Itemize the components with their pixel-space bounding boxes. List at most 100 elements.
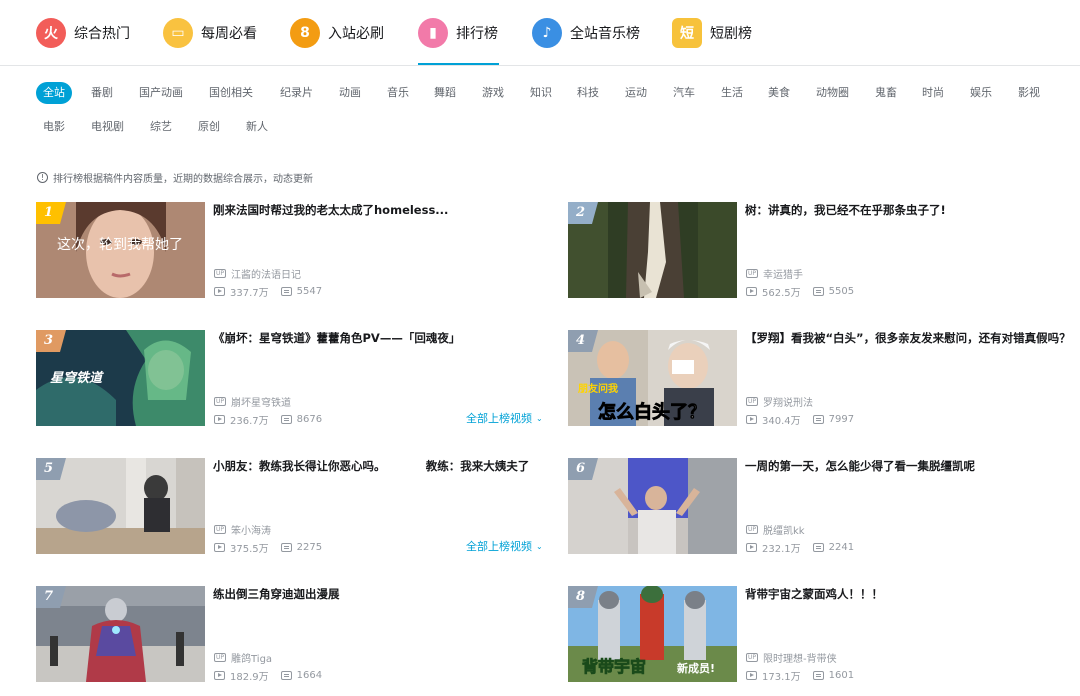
video-title[interactable]: 【罗翔】看我被“白头”，很多亲友发来慰问，还有对错真假吗？	[745, 330, 1075, 347]
category-item[interactable]: 游戏	[475, 82, 511, 104]
headphones-icon: ♪	[532, 18, 562, 48]
up-icon: UP	[214, 525, 226, 534]
uploader-name: 脱缰凯kk	[763, 526, 805, 537]
nav-item-short-drama[interactable]: 短 短剧榜	[672, 16, 752, 50]
danmaku-count: 1664	[296, 670, 323, 681]
thumbnail-caption: 这次，轮到我帮她了	[57, 236, 183, 253]
view-count: 173.1万	[762, 672, 801, 683]
video-stats: 562.5万 5505	[746, 284, 854, 299]
uploader-name: 江酱的法语日记	[231, 270, 301, 281]
category-item[interactable]: 番剧	[84, 82, 120, 104]
video-thumbnail[interactable]: 2	[568, 202, 737, 298]
category-item[interactable]: 电影	[36, 116, 72, 138]
category-item[interactable]: 科技	[570, 82, 606, 104]
nav-item-ranking[interactable]: ▮ 排行榜	[418, 16, 498, 50]
view-count: 236.7万	[230, 416, 269, 427]
medal-icon: 8	[290, 18, 320, 48]
category-item[interactable]: 美食	[761, 82, 797, 104]
ranking-tip: ! 排行榜根据稿件内容质量，近期的数据综合展示，动态更新	[37, 170, 313, 185]
video-thumbnail[interactable]: 5	[36, 458, 205, 554]
category-item[interactable]: 知识	[523, 82, 559, 104]
uploader[interactable]: UP 雕鸽Tiga	[214, 650, 272, 665]
category-item[interactable]: 动画	[332, 82, 368, 104]
video-title[interactable]: 树：讲真的，我已经不在乎那条虫子了!	[745, 202, 1075, 219]
category-item[interactable]: 动物圈	[809, 82, 856, 104]
category-item[interactable]: 纪录片	[273, 82, 320, 104]
view-count: 562.5万	[762, 288, 801, 299]
category-item[interactable]: 运动	[618, 82, 654, 104]
nav-label: 入站必刷	[328, 26, 384, 42]
video-stats: 375.5万 2275	[214, 540, 322, 555]
category-item[interactable]: 原创	[191, 116, 227, 138]
nav-label: 短剧榜	[710, 26, 752, 42]
category-item[interactable]: 新人	[239, 116, 275, 138]
uploader-name: 限时理想-背带侠	[763, 654, 837, 665]
up-icon: UP	[214, 269, 226, 278]
uploader[interactable]: UP 笨小海涛	[214, 522, 271, 537]
video-thumbnail[interactable]: 背带宇宙 新成员! 8	[568, 586, 737, 682]
uploader[interactable]: UP 幸运猎手	[746, 266, 803, 281]
uploader[interactable]: UP 脱缰凯kk	[746, 522, 805, 537]
nav-item-must-watch[interactable]: 8 入站必刷	[290, 16, 384, 50]
all-ranked-videos-link[interactable]: 全部上榜视频 ⌄	[466, 538, 543, 554]
flame-icon: 火	[36, 18, 66, 48]
video-title[interactable]: 背带宇宙之蒙面鸡人！！！	[745, 586, 1075, 603]
chevron-down-icon: ⌄	[536, 541, 543, 551]
video-card: 2 树：讲真的，我已经不在乎那条虫子了! UP 幸运猎手 562.5万 5505	[568, 202, 1078, 299]
category-item[interactable]: 国创相关	[202, 82, 260, 104]
up-icon: UP	[214, 653, 226, 662]
all-ranked-videos-link[interactable]: 全部上榜视频 ⌄	[466, 410, 543, 426]
category-item[interactable]: 时尚	[915, 82, 951, 104]
view-count: 337.7万	[230, 288, 269, 299]
category-item[interactable]: 汽车	[666, 82, 702, 104]
video-thumbnail[interactable]: 星穹铁道 3	[36, 330, 205, 426]
video-title[interactable]: 小朋友：教练我长得让你恶心吗。 教练：我来大姨夫了	[213, 458, 543, 475]
category-item[interactable]: 鬼畜	[868, 82, 904, 104]
play-count-icon	[746, 671, 757, 680]
uploader[interactable]: UP 江酱的法语日记	[214, 266, 301, 281]
danmaku-icon	[280, 543, 292, 552]
danmaku-count: 5547	[296, 286, 323, 297]
uploader-name: 崩坏星穹铁道	[231, 398, 291, 409]
video-title[interactable]: 刚来法国时帮过我的老太太成了homeless...	[213, 202, 543, 219]
nav-label: 排行榜	[456, 26, 498, 42]
video-thumbnail[interactable]: 6	[568, 458, 737, 554]
category-item[interactable]: 综艺	[143, 116, 179, 138]
danmaku-icon	[812, 671, 824, 680]
video-stats: 232.1万 2241	[746, 540, 854, 555]
category-item[interactable]: 电视剧	[84, 116, 131, 138]
video-stats: 236.7万 8676	[214, 412, 322, 427]
video-thumbnail[interactable]: 这次，轮到我帮她了 1	[36, 202, 205, 298]
nav-item-music[interactable]: ♪ 全站音乐榜	[532, 16, 640, 50]
danmaku-count: 1601	[828, 670, 855, 681]
category-item[interactable]: 国产动画	[132, 82, 190, 104]
nav-label: 每周必看	[201, 26, 257, 42]
video-thumbnail[interactable]: 朋友问我 怎么白头了？ 4	[568, 330, 737, 426]
video-title[interactable]: 练出倒三角穿迪迦出漫展	[213, 586, 543, 603]
up-icon: UP	[746, 653, 758, 662]
uploader-name: 雕鸽Tiga	[231, 654, 273, 665]
nav-item-hot[interactable]: 火 综合热门	[36, 16, 130, 50]
danmaku-count: 2241	[828, 542, 855, 553]
video-title[interactable]: 一周的第一天，怎么能少得了看一集脱缰凯呢	[745, 458, 1075, 475]
nav-item-weekly[interactable]: ▭ 每周必看	[163, 16, 257, 50]
thumbnail-caption: 星穹铁道	[50, 370, 104, 386]
uploader-name: 笨小海涛	[231, 526, 271, 537]
video-card: 6 一周的第一天，怎么能少得了看一集脱缰凯呢 UP 脱缰凯kk 232.1万 224…	[568, 458, 1078, 555]
category-item[interactable]: 舞蹈	[427, 82, 463, 104]
video-title[interactable]: 《崩坏：星穹铁道》藿藿角色PV——「回魂夜」	[213, 330, 543, 347]
chevron-down-icon: ⌄	[536, 413, 543, 423]
danmaku-count: 7997	[828, 414, 855, 425]
category-item[interactable]: 音乐	[380, 82, 416, 104]
play-count-icon	[214, 543, 225, 552]
danmaku-icon	[812, 287, 824, 296]
uploader[interactable]: UP 崩坏星穹铁道	[214, 394, 291, 409]
category-all[interactable]: 全站	[36, 82, 72, 104]
category-item[interactable]: 生活	[714, 82, 750, 104]
up-icon: UP	[746, 269, 758, 278]
video-thumbnail[interactable]: 7	[36, 586, 205, 682]
uploader[interactable]: UP 限时理想-背带侠	[746, 650, 837, 665]
category-item[interactable]: 影视	[1011, 82, 1047, 104]
category-item[interactable]: 娱乐	[963, 82, 999, 104]
uploader[interactable]: UP 罗翔说刑法	[746, 394, 813, 409]
